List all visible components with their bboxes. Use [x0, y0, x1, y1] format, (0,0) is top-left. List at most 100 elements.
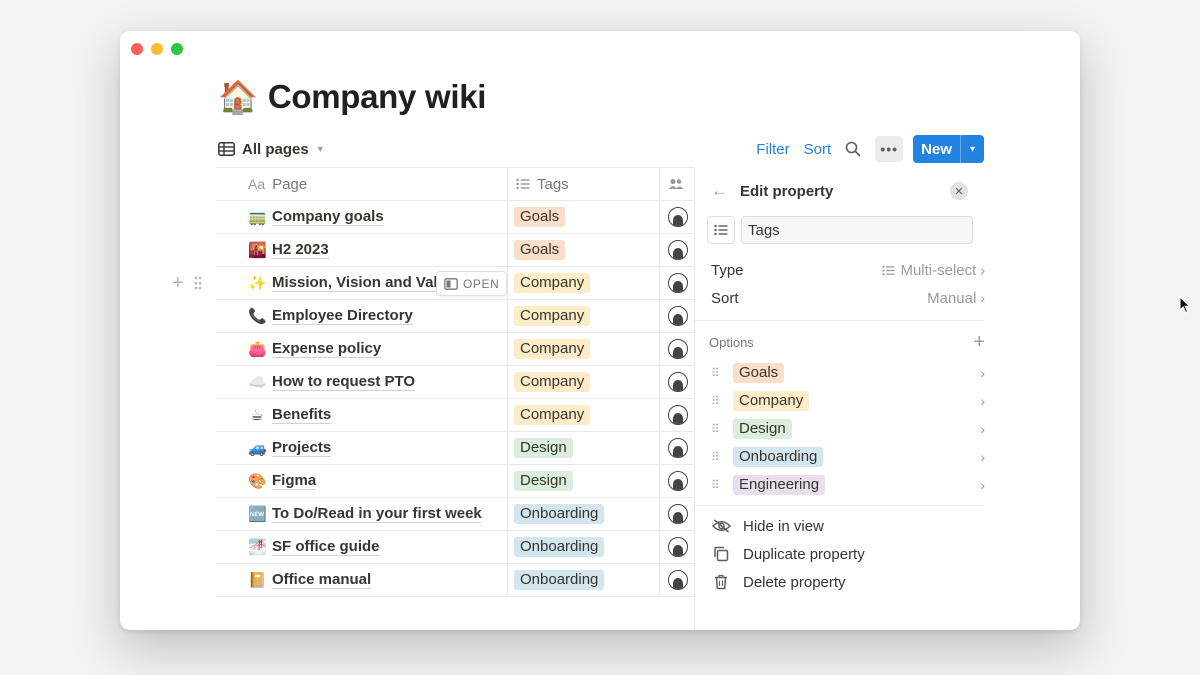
page-title-link[interactable]: SF office guide [272, 538, 380, 556]
page-title[interactable]: Company wiki [268, 78, 487, 116]
table-row[interactable]: 🚙 Projects Design [216, 432, 694, 465]
page-cell[interactable]: 🆕 To Do/Read in your first week [216, 498, 508, 530]
tags-cell[interactable]: Onboarding [508, 564, 660, 596]
people-cell[interactable] [660, 498, 694, 530]
page-title-link[interactable]: Projects [272, 439, 332, 457]
add-row-icon[interactable]: + [172, 273, 184, 293]
people-cell[interactable] [660, 300, 694, 332]
page-title-link[interactable]: Mission, Vision and Value [272, 274, 456, 292]
people-cell[interactable] [660, 531, 694, 563]
people-cell[interactable] [660, 465, 694, 497]
back-arrow-icon[interactable]: ← [711, 181, 728, 201]
people-cell[interactable] [660, 267, 694, 299]
people-cell[interactable] [660, 201, 694, 233]
avatar-figure [673, 413, 683, 424]
tags-cell[interactable]: Company [508, 300, 660, 332]
page-cell[interactable]: 👛 Expense policy [216, 333, 508, 365]
hide-in-view-button[interactable]: Hide in view [695, 512, 1080, 540]
chevron-down-icon[interactable]: ▾ [960, 135, 984, 163]
tags-cell[interactable]: Company [508, 366, 660, 398]
option-item[interactable]: ⠿ Goals › [695, 359, 985, 387]
people-cell[interactable] [660, 564, 694, 596]
table-row[interactable]: 🎨 Figma Design [216, 465, 694, 498]
close-window-button[interactable] [131, 43, 143, 55]
tags-cell[interactable]: Onboarding [508, 531, 660, 563]
add-option-icon[interactable]: + [973, 331, 985, 354]
drag-handle-icon[interactable]: ⠿ [711, 422, 733, 436]
column-header-page[interactable]: Aa Page [216, 168, 508, 200]
tags-cell[interactable]: Goals [508, 234, 660, 266]
option-item[interactable]: ⠿ Engineering › [695, 471, 985, 499]
table-row[interactable]: 🚃 Company goals Goals [216, 201, 694, 234]
page-title-link[interactable]: Benefits [272, 406, 332, 424]
option-item[interactable]: ⠿ Onboarding › [695, 443, 985, 471]
delete-property-button[interactable]: Delete property [695, 568, 1080, 596]
people-cell[interactable] [660, 234, 694, 266]
page-cell[interactable]: ☁️ How to request PTO [216, 366, 508, 398]
table-row[interactable]: 🌁 SF office guide Onboarding [216, 531, 694, 564]
tags-cell[interactable]: Onboarding [508, 498, 660, 530]
new-button-label[interactable]: New [913, 135, 960, 163]
option-item[interactable]: ⠿ Company › [695, 387, 985, 415]
page-title-link[interactable]: H2 2023 [272, 241, 329, 259]
more-options-button[interactable]: ••• [875, 136, 904, 162]
drag-handle-icon[interactable]: ⠿ [711, 478, 733, 492]
property-sort-row[interactable]: Sort Manual › [695, 284, 985, 312]
page-title-link[interactable]: Expense policy [272, 340, 382, 358]
duplicate-property-button[interactable]: Duplicate property [695, 540, 1080, 568]
close-icon[interactable]: ✕ [950, 182, 968, 200]
tags-cell[interactable]: Design [508, 465, 660, 497]
drag-handle-icon[interactable] [194, 276, 202, 290]
tags-cell[interactable]: Company [508, 333, 660, 365]
page-title-link[interactable]: Figma [272, 472, 317, 490]
page-cell[interactable]: ☕ Benefits [216, 399, 508, 431]
page-title-link[interactable]: To Do/Read in your first week [272, 505, 482, 523]
new-button[interactable]: New ▾ [913, 135, 984, 163]
open-page-button[interactable]: OPEN [436, 271, 508, 296]
property-type-row[interactable]: Type Multi-select › [695, 256, 985, 284]
tags-cell[interactable]: Company [508, 267, 660, 299]
property-icon-picker[interactable] [707, 216, 735, 244]
page-cell[interactable]: 🚙 Projects [216, 432, 508, 464]
table-row[interactable]: 👛 Expense policy Company [216, 333, 694, 366]
people-cell[interactable] [660, 333, 694, 365]
drag-handle-icon[interactable]: ⠿ [711, 450, 733, 464]
search-icon[interactable] [845, 141, 861, 157]
page-title-link[interactable]: Employee Directory [272, 307, 413, 325]
people-cell[interactable] [660, 432, 694, 464]
page-icon[interactable]: 🏠 [218, 77, 258, 117]
drag-handle-icon[interactable]: ⠿ [711, 394, 733, 408]
option-item[interactable]: ⠿ Design › [695, 415, 985, 443]
filter-button[interactable]: Filter [756, 141, 789, 158]
page-cell[interactable]: 🎨 Figma [216, 465, 508, 497]
page-cell[interactable]: 🚃 Company goals [216, 201, 508, 233]
property-name-input[interactable]: Tags [741, 216, 973, 244]
table-row[interactable]: 🌇 H2 2023 Goals [216, 234, 694, 267]
people-cell[interactable] [660, 399, 694, 431]
page-title-link[interactable]: How to request PTO [272, 373, 416, 391]
page-cell[interactable]: 🌇 H2 2023 [216, 234, 508, 266]
column-header-people[interactable] [660, 168, 694, 200]
page-cell[interactable]: 🌁 SF office guide [216, 531, 508, 563]
tags-cell[interactable]: Goals [508, 201, 660, 233]
column-header-tags[interactable]: Tags [508, 168, 660, 200]
tags-cell[interactable]: Company [508, 399, 660, 431]
tags-cell[interactable]: Design [508, 432, 660, 464]
page-title-link[interactable]: Company goals [272, 208, 384, 226]
table-row[interactable]: 📞 Employee Directory Company [216, 300, 694, 333]
page-cell[interactable]: ✨ Mission, Vision and Value OPEN [216, 267, 508, 299]
minimize-window-button[interactable] [151, 43, 163, 55]
table-row[interactable]: ☕ Benefits Company [216, 399, 694, 432]
table-row[interactable]: + ✨ Mission, Vision and Value OPEN Company [172, 267, 694, 300]
drag-handle-icon[interactable]: ⠿ [711, 366, 733, 380]
page-title-link[interactable]: Office manual [272, 571, 372, 589]
zoom-window-button[interactable] [171, 43, 183, 55]
view-selector[interactable]: All pages ▾ [218, 135, 323, 163]
people-cell[interactable] [660, 366, 694, 398]
page-cell[interactable]: 📞 Employee Directory [216, 300, 508, 332]
table-row[interactable]: 🆕 To Do/Read in your first week Onboarding [216, 498, 694, 531]
sort-button[interactable]: Sort [804, 141, 832, 158]
page-cell[interactable]: 📔 Office manual [216, 564, 508, 596]
table-row[interactable]: 📔 Office manual Onboarding [216, 564, 694, 597]
table-row[interactable]: ☁️ How to request PTO Company [216, 366, 694, 399]
